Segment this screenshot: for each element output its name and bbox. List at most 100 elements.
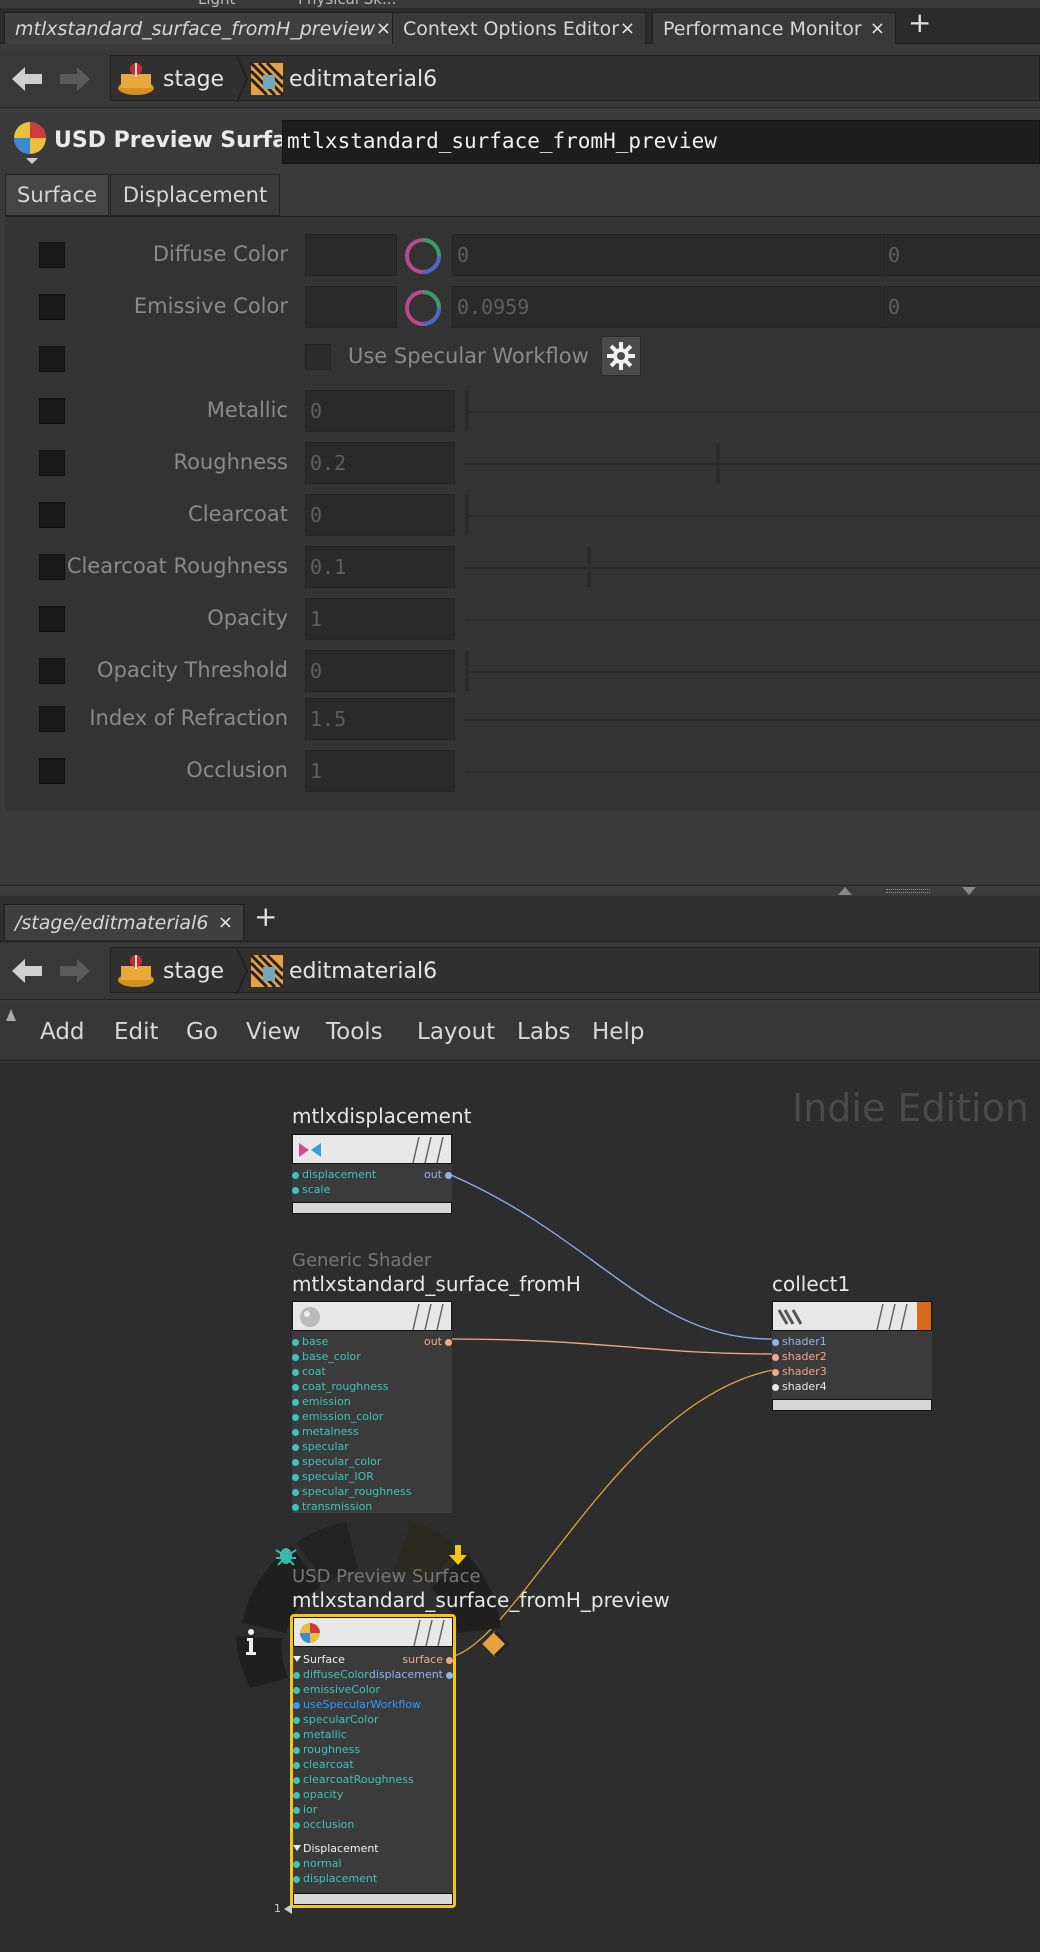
color-swatch[interactable] — [305, 286, 397, 328]
input-port[interactable]: occlusion — [293, 1818, 354, 1831]
node-header[interactable] — [292, 1301, 452, 1331]
param-lock-checkbox[interactable] — [39, 658, 65, 684]
node-flags-icon[interactable] — [409, 1137, 449, 1163]
crumb-editmaterial6[interactable]: editmaterial6 — [289, 948, 437, 994]
output-port[interactable]: out — [424, 1168, 453, 1181]
input-port[interactable]: emission_color — [292, 1410, 383, 1423]
input-port[interactable]: normal — [293, 1857, 342, 1870]
output-port[interactable]: out — [424, 1335, 453, 1348]
tab-context-options[interactable]: Context Options Editor × — [392, 12, 646, 44]
clearcoat-slider[interactable] — [465, 515, 1040, 517]
emissive-color-g-field[interactable]: 0 — [883, 286, 1040, 328]
opacity-threshold-slider[interactable] — [465, 671, 1040, 673]
menu-edit[interactable]: Edit — [114, 1019, 159, 1045]
param-lock-checkbox[interactable] — [39, 758, 65, 784]
input-port[interactable]: coat_roughness — [292, 1380, 388, 1393]
tab-surface[interactable]: Surface — [5, 174, 109, 216]
ior-field[interactable]: 1.5 — [305, 698, 455, 740]
diffuse-color-r-field[interactable]: 0 — [452, 234, 882, 276]
wire-surface-to-shader2[interactable] — [450, 1338, 774, 1355]
input-port[interactable]: shader2 — [772, 1350, 827, 1363]
menu-view[interactable]: View — [246, 1019, 301, 1045]
menu-help[interactable]: Help — [592, 1019, 644, 1045]
param-lock-checkbox[interactable] — [39, 606, 65, 632]
input-port[interactable]: specular_color — [292, 1455, 381, 1468]
wire-displacement-to-shader1[interactable] — [450, 1174, 774, 1340]
input-port[interactable]: emissiveColor — [293, 1683, 380, 1696]
node-name-field[interactable]: mtlxstandard_surface_fromH_preview — [282, 120, 1040, 164]
input-port[interactable]: metalness — [292, 1425, 359, 1438]
input-port[interactable]: emission — [292, 1395, 351, 1408]
chevron-down-icon[interactable] — [293, 1845, 301, 1851]
tab-performance-monitor[interactable]: Performance Monitor × — [652, 12, 896, 44]
input-port[interactable]: specular_roughness — [292, 1485, 411, 1498]
param-lock-checkbox[interactable] — [39, 554, 65, 580]
input-port[interactable]: displacement — [293, 1872, 377, 1885]
metallic-field[interactable]: 0 — [305, 390, 455, 432]
roughness-slider[interactable] — [465, 463, 1040, 465]
param-lock-checkbox[interactable] — [39, 346, 65, 372]
info-icon[interactable] — [243, 1628, 259, 1656]
node-flags-icon[interactable] — [410, 1620, 450, 1646]
emissive-color-r-field[interactable]: 0.0959 — [452, 286, 882, 328]
menu-layout[interactable]: Layout — [417, 1019, 495, 1045]
bug-icon[interactable] — [274, 1542, 298, 1566]
diffuse-color-g-field[interactable]: 0 — [883, 234, 1040, 276]
input-port[interactable]: displacement — [292, 1168, 376, 1181]
crumb-stage[interactable]: stage — [163, 56, 224, 102]
forward-arrow-icon[interactable] — [58, 956, 92, 986]
download-arrow-icon[interactable] — [446, 1543, 470, 1567]
group-surface-label[interactable]: Surface — [303, 1653, 345, 1666]
occlusion-field[interactable]: 1 — [305, 750, 455, 792]
input-port[interactable]: clearcoat — [293, 1758, 354, 1771]
close-icon[interactable]: × — [218, 912, 233, 933]
opacity-slider[interactable] — [465, 619, 1040, 621]
menu-go[interactable]: Go — [186, 1019, 218, 1045]
drag-handle[interactable] — [886, 889, 930, 893]
input-port[interactable]: base — [292, 1335, 328, 1348]
input-port[interactable]: base_color — [292, 1350, 361, 1363]
close-icon[interactable]: × — [620, 18, 635, 39]
menu-tools[interactable]: Tools — [326, 1019, 383, 1045]
param-lock-checkbox[interactable] — [39, 502, 65, 528]
param-lock-checkbox[interactable] — [39, 706, 65, 732]
usd-preview-surface-icon[interactable] — [10, 120, 54, 164]
clearcoat-field[interactable]: 0 — [305, 494, 455, 536]
input-port[interactable]: specularColor — [293, 1713, 379, 1726]
color-wheel-icon[interactable] — [405, 238, 441, 274]
param-lock-checkbox[interactable] — [39, 398, 65, 424]
opacity-field[interactable]: 1 — [305, 598, 455, 640]
add-tab-icon[interactable]: + — [254, 900, 277, 933]
clearcoat-roughness-field[interactable]: 0.1 — [305, 546, 455, 588]
node-flags-icon[interactable] — [409, 1304, 449, 1330]
tab-network-editmaterial6[interactable]: /stage/editmaterial6 × — [4, 904, 244, 940]
param-lock-checkbox[interactable] — [39, 450, 65, 476]
input-port[interactable]: coat — [292, 1365, 326, 1378]
input-port[interactable]: specular_IOR — [292, 1470, 374, 1483]
back-arrow-icon[interactable] — [10, 64, 44, 94]
tab-parameters[interactable]: mtlxstandard_surface_fromH_preview × — [4, 12, 402, 44]
display-flag[interactable] — [917, 1302, 931, 1330]
input-port[interactable]: shader1 — [772, 1335, 827, 1348]
crumb-stage[interactable]: stage — [163, 948, 224, 994]
input-port[interactable]: shader4 — [772, 1380, 827, 1393]
input-port[interactable]: shader3 — [772, 1365, 827, 1378]
input-port[interactable]: useSpecularWorkflow — [293, 1698, 421, 1711]
close-icon[interactable]: × — [870, 18, 885, 39]
flag-pattern-icon[interactable] — [480, 1629, 510, 1659]
opacity-threshold-field[interactable]: 0 — [305, 650, 455, 692]
input-port[interactable]: scale — [292, 1183, 330, 1196]
node-usd-preview-surface[interactable]: Surface surface diffuseColor displacemen… — [290, 1614, 456, 1908]
chevron-up-icon[interactable] — [838, 887, 852, 895]
output-port[interactable]: displacement — [369, 1668, 454, 1681]
chevron-left-icon[interactable] — [284, 1904, 292, 1914]
tab-displacement[interactable]: Displacement — [110, 174, 280, 216]
param-lock-checkbox[interactable] — [39, 294, 65, 320]
menu-labs[interactable]: Labs — [517, 1019, 571, 1045]
input-port[interactable]: metallic — [293, 1728, 347, 1741]
gear-button[interactable] — [601, 336, 641, 376]
output-port[interactable]: surface — [402, 1653, 453, 1666]
node-header[interactable] — [292, 1134, 452, 1164]
use-specular-checkbox[interactable] — [305, 344, 331, 370]
node-collect1[interactable]: shader1 shader2 shader3 shader4 — [772, 1301, 932, 1411]
